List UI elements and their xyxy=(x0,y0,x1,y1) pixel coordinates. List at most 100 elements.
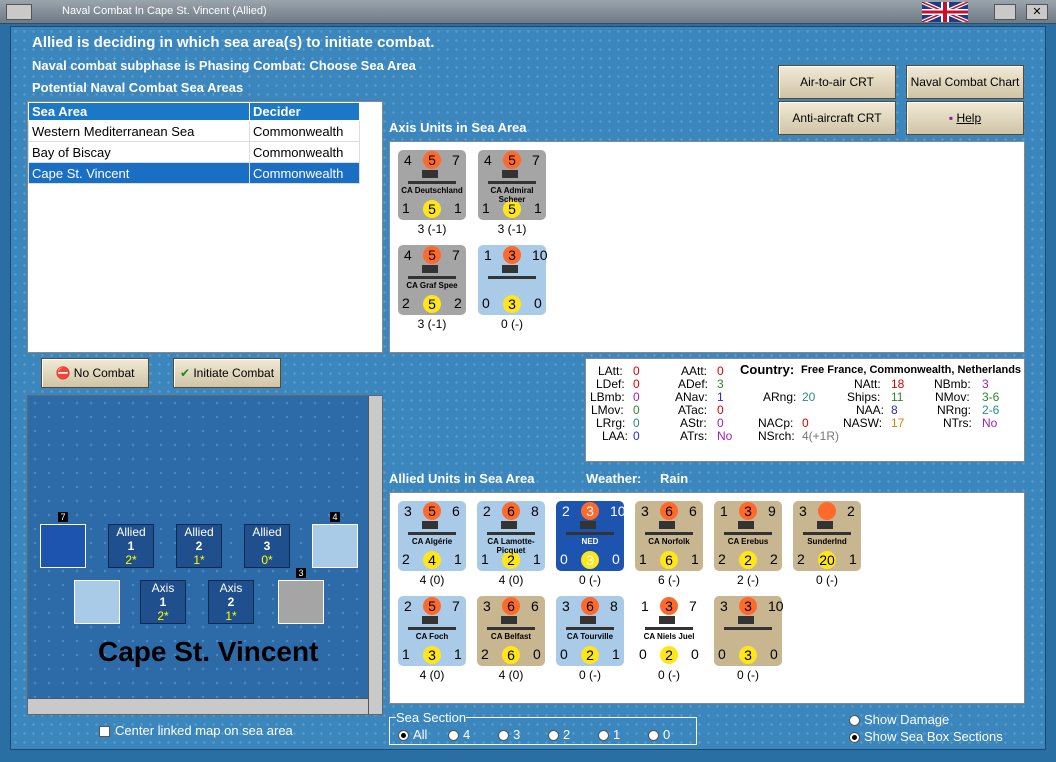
show-damage-radio[interactable]: Show Damage xyxy=(849,712,949,727)
help-book-icon: ▪ xyxy=(948,111,954,125)
center-map-checkbox[interactable]: Center linked map on sea area xyxy=(99,723,293,738)
sea-section-radio-all[interactable]: All xyxy=(398,727,427,742)
unit-tl: 4 xyxy=(404,247,412,263)
cell-decider: Commonwealth xyxy=(249,141,360,163)
unit-counter[interactable]: 3 3 10 0 3 0 xyxy=(714,596,784,666)
help-button[interactable]: ▪ Help xyxy=(906,101,1024,135)
unit-counter[interactable]: 2 5 7 1 3 1 CA Foch xyxy=(398,596,466,666)
initiate-combat-button[interactable]: ✔ Initiate Combat xyxy=(173,358,281,388)
ship-silhouette-icon xyxy=(488,265,536,279)
sea-section-radio-2[interactable]: 2 xyxy=(548,727,570,742)
unit-tm: 3 xyxy=(581,502,599,520)
unit-name: CA Graf Spee xyxy=(406,281,458,290)
window-title: Naval Combat In Cape St. Vincent (Allied… xyxy=(62,5,267,17)
unit-br: 0 xyxy=(691,646,699,662)
stat-atrs: No xyxy=(717,429,733,443)
unit-counter[interactable]: 3 2 2 20 1 SunderInd xyxy=(793,501,861,571)
unit-counter[interactable]: 3 5 6 2 4 1 CA Algérie xyxy=(398,501,466,571)
unit-counter[interactable]: 4 5 7 1 5 1 CA Admiral Scheer xyxy=(478,150,546,220)
naval-combat-chart-button[interactable]: Naval Combat Chart xyxy=(906,65,1024,99)
radio-icon xyxy=(548,730,559,742)
anti-aircraft-crt-button[interactable]: Anti-aircraft CRT xyxy=(778,101,896,135)
map-box-val: 1* xyxy=(225,609,237,623)
radio-icon xyxy=(498,730,509,742)
sea-section-radio-1[interactable]: 1 xyxy=(598,727,620,742)
unit-counter[interactable]: 2 6 8 1 2 1 CA Lamotte-Picquet xyxy=(477,501,545,571)
sea-section-radio-0[interactable]: 0 xyxy=(648,727,670,742)
map-box-val: 1* xyxy=(193,553,205,567)
no-combat-button[interactable]: ⛔ No Combat xyxy=(41,358,149,388)
map-hscroll[interactable] xyxy=(28,698,368,714)
table-row[interactable]: Bay of Biscay Commonwealth xyxy=(28,141,360,163)
show-sea-box-label: Show Sea Box Sections xyxy=(864,729,1003,744)
unit-counter[interactable]: 3 6 6 2 6 0 CA Belfast xyxy=(477,596,545,666)
minimize-button[interactable] xyxy=(994,4,1016,20)
unit-tr: 6 xyxy=(689,503,697,519)
stat-ntrs: No xyxy=(982,416,998,430)
sea-section-radio-4[interactable]: 4 xyxy=(448,727,470,742)
no-combat-label: No Combat xyxy=(73,366,135,380)
unit-tr: 7 xyxy=(689,598,697,614)
unit-tl: 1 xyxy=(720,503,728,519)
map-stack-counter[interactable] xyxy=(312,524,358,568)
table-row-selected[interactable]: Cape St. Vincent Commonwealth xyxy=(28,162,360,184)
unit-counter[interactable]: 1 3 9 2 2 2 CA Erebus xyxy=(714,501,782,571)
axis-units-heading: Axis Units in Sea Area xyxy=(389,120,527,135)
unit-counter[interactable]: 3 6 6 1 6 1 CA Norfolk xyxy=(635,501,703,571)
show-sea-box-radio[interactable]: Show Sea Box Sections xyxy=(849,729,1003,744)
unit-bl: 1 xyxy=(639,551,647,567)
stat-ldef-label: LDef: xyxy=(596,377,625,391)
stat-ntrs-label: NTrs: xyxy=(943,416,972,430)
sea-section-radio-3[interactable]: 3 xyxy=(498,727,520,742)
unit-counter[interactable]: 3 6 8 0 2 1 CA Tourville xyxy=(556,596,624,666)
map-stack-counter[interactable] xyxy=(74,580,120,624)
cell-sea: Bay of Biscay xyxy=(28,141,250,163)
stack-count: 3 xyxy=(296,568,306,578)
map-box-val: 2* xyxy=(157,609,169,623)
unit-tm: 5 xyxy=(423,151,441,169)
checkmark-icon: ✔ xyxy=(179,366,190,380)
radio-icon xyxy=(849,732,860,744)
system-menu-button[interactable] xyxy=(6,4,32,20)
unit-bm: 5 xyxy=(423,295,441,313)
table-row[interactable]: Western Mediterranean Sea Commonwealth xyxy=(28,120,360,142)
unit-counter[interactable]: 1 3 7 0 2 0 CA Niels Juel xyxy=(635,596,703,666)
unit-counter[interactable]: 4 5 7 2 5 2 CA Graf Spee xyxy=(398,245,466,315)
stat-ldef: 0 xyxy=(633,377,640,391)
stat-nacp-label: NACp: xyxy=(758,416,794,430)
unit-tl: 3 xyxy=(799,503,807,519)
unit-bl: 0 xyxy=(560,551,568,567)
main-frame: Allied is deciding in which sea area(s) … xyxy=(10,26,1046,750)
unit-tl: 3 xyxy=(562,598,570,614)
unit-tm: 5 xyxy=(423,502,441,520)
unit-tm: 6 xyxy=(660,502,678,520)
unit-tm: 6 xyxy=(502,597,520,615)
stat-atac: 0 xyxy=(717,403,724,417)
unit-counter[interactable]: 1 3 10 0 3 0 xyxy=(478,245,548,315)
ship-silhouette-icon xyxy=(724,521,772,535)
unit-value: 2 (-) xyxy=(737,573,759,587)
air-to-air-crt-button[interactable]: Air-to-air CRT xyxy=(778,65,896,99)
linked-map[interactable]: Allied 1 2* Allied 2 1* Allied 3 0* Axis 1 2* Ax… xyxy=(27,395,383,715)
unit-bm: 3 xyxy=(423,646,441,664)
unit-value: 4 (0) xyxy=(498,573,524,587)
unit-counter[interactable]: 2 3 10 0 3 0 NED xyxy=(556,501,626,571)
unit-tr: 10 xyxy=(610,503,626,519)
unit-bl: 2 xyxy=(402,295,410,311)
stat-astr: 0 xyxy=(717,416,724,430)
unit-counter[interactable]: 4 5 7 1 5 1 CA Deutschland xyxy=(398,150,466,220)
sea-area-table-panel: Sea Area Decider Western Mediterranean Se… xyxy=(27,101,383,353)
map-box-num: 1 xyxy=(159,595,167,609)
map-box-val: 2* xyxy=(125,553,137,567)
map-stack-counter[interactable] xyxy=(40,524,86,568)
stat-latt-label: LAtt: xyxy=(598,364,623,378)
close-button[interactable]: ✕ xyxy=(1026,4,1048,20)
stat-laa-label: LAA: xyxy=(602,429,629,443)
unit-bm: 3 xyxy=(503,295,521,313)
stat-adef-label: ADef: xyxy=(678,377,709,391)
map-stack-counter[interactable] xyxy=(278,580,324,624)
unit-value: 0 (-) xyxy=(579,573,601,587)
unit-tl: 2 xyxy=(404,598,412,614)
map-vscroll[interactable] xyxy=(368,396,382,714)
unit-br: 0 xyxy=(770,646,778,662)
